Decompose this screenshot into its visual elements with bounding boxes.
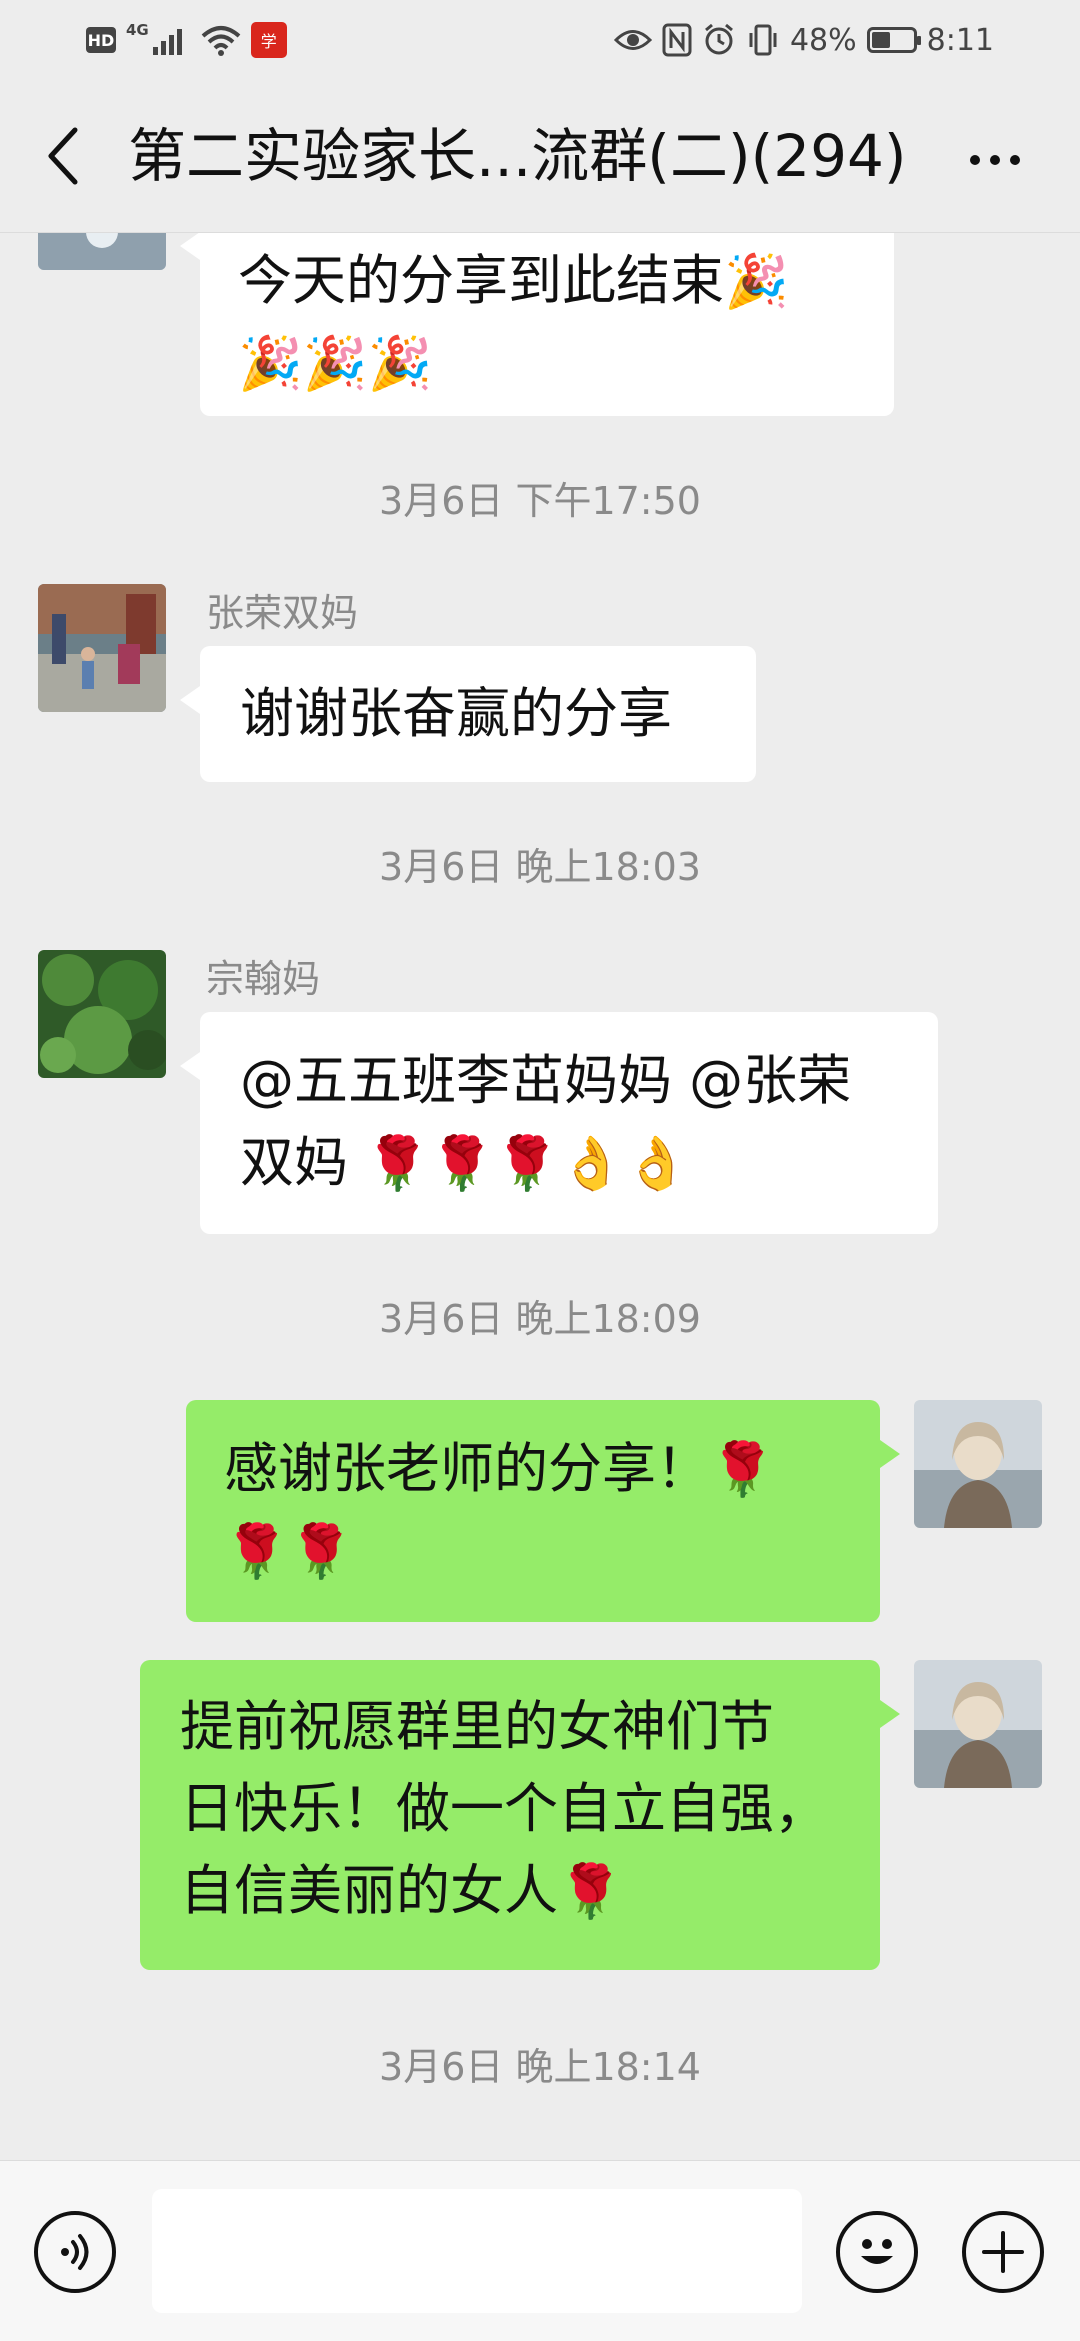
message-text: 提前祝愿群里的女神们节 xyxy=(180,1695,774,1758)
battery-icon xyxy=(866,27,921,53)
signal-icon xyxy=(152,29,182,55)
rose-emoji: 🌹🌹 xyxy=(224,1522,354,1582)
message-bubble[interactable]: 谢谢张奋赢的分享 xyxy=(180,646,756,782)
message-text: 今天的分享到此结束 xyxy=(238,249,724,312)
battery-fill xyxy=(871,32,890,48)
vibrate-icon xyxy=(749,24,777,56)
message-input[interactable] xyxy=(152,2189,802,2313)
message-text: 日快乐！做一个自立自强， xyxy=(180,1777,828,1840)
message-bubble[interactable]: 今天的分享到此结束🎉 🎉🎉🎉 xyxy=(180,232,894,416)
voice-icon xyxy=(61,2234,89,2270)
app-notification-icon: 学 xyxy=(250,22,287,58)
chat-header: 第二实验家长...流群(二)(294) xyxy=(0,80,1080,233)
status-left: HD 4G 学 xyxy=(86,20,287,60)
message-text: 自信美丽的女人 xyxy=(180,1859,558,1922)
wifi-icon xyxy=(201,26,241,56)
eye-icon xyxy=(613,30,652,50)
party-popper-emoji: 🎉🎉🎉 xyxy=(238,334,433,394)
message-text: 感谢张老师的分享！ xyxy=(224,1437,710,1500)
timestamp: 3月6日 晚上18:03 xyxy=(379,845,701,889)
sender-name: 张荣双妈 xyxy=(206,591,359,635)
more-button[interactable] xyxy=(960,130,1030,190)
message-text: 谢谢张奋赢的分享 xyxy=(240,682,672,745)
my-avatar[interactable] xyxy=(914,1660,1042,1788)
network-type: 4G xyxy=(126,21,149,39)
timestamp: 3月6日 晚上18:09 xyxy=(379,1297,701,1341)
voice-button[interactable] xyxy=(34,2211,116,2293)
avatar[interactable] xyxy=(38,950,166,1078)
message-list[interactable]: 今天的分享到此结束🎉 🎉🎉🎉 3月6日 下午17:50 张荣双妈 谢谢张奋赢的分… xyxy=(0,232,1080,2160)
message-bubble[interactable]: 提前祝愿群里的女神们节 日快乐！做一个自立自强， 自信美丽的女人🌹 xyxy=(140,1660,900,1970)
message-text: @五五班李茁妈妈 @张荣 xyxy=(240,1049,852,1112)
emoji-button[interactable] xyxy=(836,2211,918,2293)
more-dot xyxy=(990,155,1000,165)
alarm-icon xyxy=(704,23,733,55)
rose-ok-emoji: 🌹🌹🌹👌👌 xyxy=(365,1134,689,1194)
more-functions-button[interactable] xyxy=(962,2211,1044,2293)
message-bubble[interactable]: @五五班李茁妈妈 @张荣 双妈 🌹🌹🌹👌👌 xyxy=(180,1012,938,1234)
back-button[interactable] xyxy=(28,116,98,196)
rose-emoji: 🌹 xyxy=(558,1862,623,1922)
plus-icon xyxy=(982,2231,1024,2273)
status-right: 48% 8:11 xyxy=(613,18,994,62)
avatar[interactable] xyxy=(38,584,166,712)
hd-badge: HD xyxy=(86,27,116,53)
emoji-smile-icon xyxy=(861,2239,893,2264)
rose-emoji: 🌹 xyxy=(710,1440,775,1500)
avatar[interactable] xyxy=(38,232,166,270)
chevron-left-icon xyxy=(48,127,78,185)
sender-name: 宗翰妈 xyxy=(206,957,321,1001)
party-popper-emoji: 🎉 xyxy=(724,252,789,312)
clock: 8:11 xyxy=(926,22,994,58)
chat-title: 第二实验家长...流群(二)(294) xyxy=(128,122,907,190)
more-dot xyxy=(1010,155,1020,165)
more-dots-icon xyxy=(970,155,980,165)
message-bubble[interactable]: 感谢张老师的分享！🌹 🌹🌹 xyxy=(186,1400,900,1622)
input-bar xyxy=(0,2160,1080,2341)
my-avatar[interactable] xyxy=(914,1400,1042,1528)
status-bar: HD 4G 学 48% 8:11 xyxy=(0,0,1080,80)
message-text: 双妈 xyxy=(240,1131,366,1194)
timestamp: 3月6日 下午17:50 xyxy=(379,479,701,523)
nfc-icon xyxy=(662,23,692,57)
battery-percent: 48% xyxy=(789,22,857,58)
timestamp: 3月6日 晚上18:14 xyxy=(379,2045,701,2089)
